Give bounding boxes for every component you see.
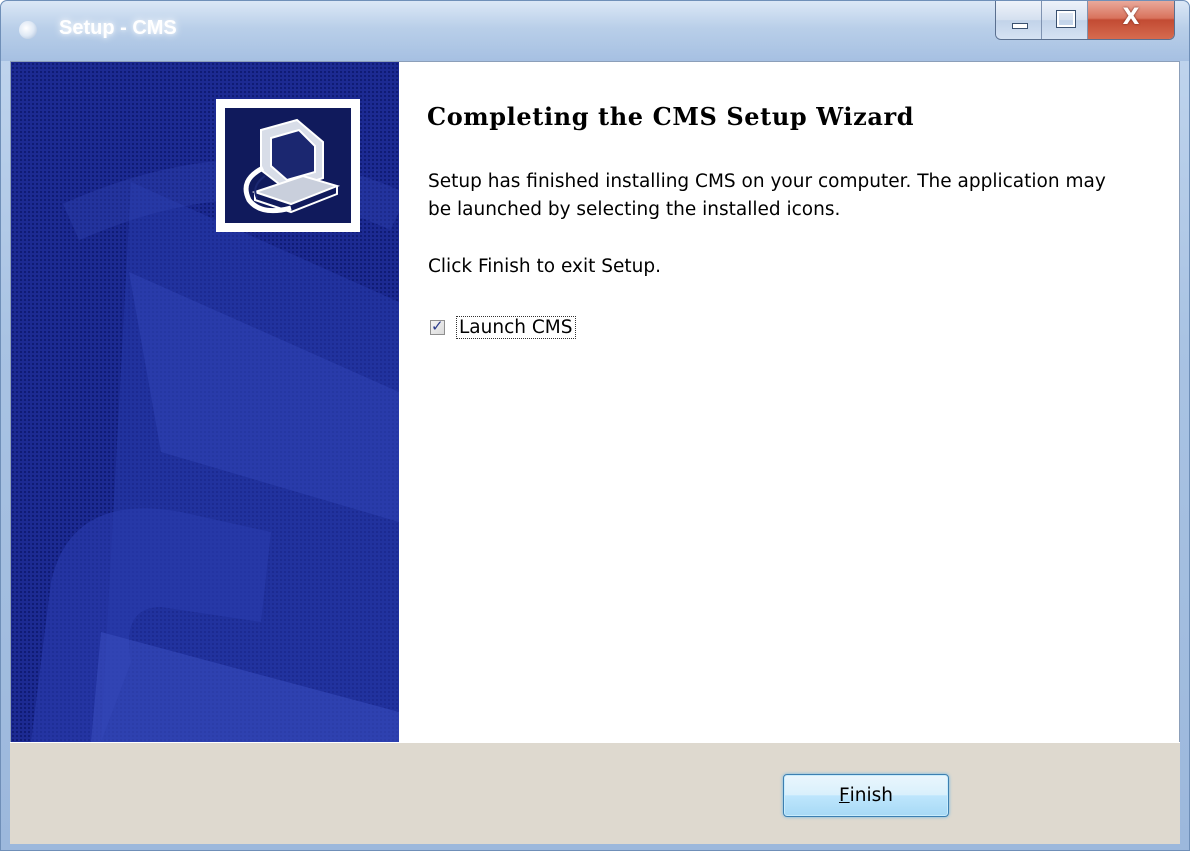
checkmark-icon: ✓ [431,317,444,335]
close-button[interactable]: X [1088,1,1174,39]
window-title: Setup - CMS [59,17,177,39]
completion-message: Setup has finished installing CMS on you… [428,171,1106,220]
wizard-page: Completing the CMS Setup Wizard Setup ha… [10,61,1180,743]
finish-accesskey: F [838,785,850,806]
finish-button[interactable]: Finish [783,774,949,817]
title-bar[interactable]: Setup - CMS X [1,1,1189,61]
minimize-icon [1012,23,1028,29]
page-title: Completing the CMS Setup Wizard [427,102,915,131]
setup-window: Setup - CMS X Completing the CMS Setup W… [0,0,1190,851]
caption-buttons: X [995,1,1175,40]
logo-frame [216,99,360,232]
minimize-button[interactable] [996,1,1042,39]
close-icon: X [1122,5,1140,30]
maximize-icon [1056,10,1076,28]
maximize-button[interactable] [1042,1,1088,39]
finish-instruction: Click Finish to exit Setup. [428,256,661,277]
wizard-content: Completing the CMS Setup Wizard Setup ha… [399,62,1179,742]
launch-option[interactable]: ✓ Launch CMS [430,316,576,339]
wizard-sidebar-image [11,62,399,742]
finish-label: inish [849,785,894,806]
button-bar: Finish [10,742,1180,844]
launch-checkbox-label[interactable]: Launch CMS [456,316,576,339]
app-icon [19,21,37,39]
computer-install-icon [225,108,351,223]
launch-checkbox[interactable]: ✓ [430,317,445,335]
